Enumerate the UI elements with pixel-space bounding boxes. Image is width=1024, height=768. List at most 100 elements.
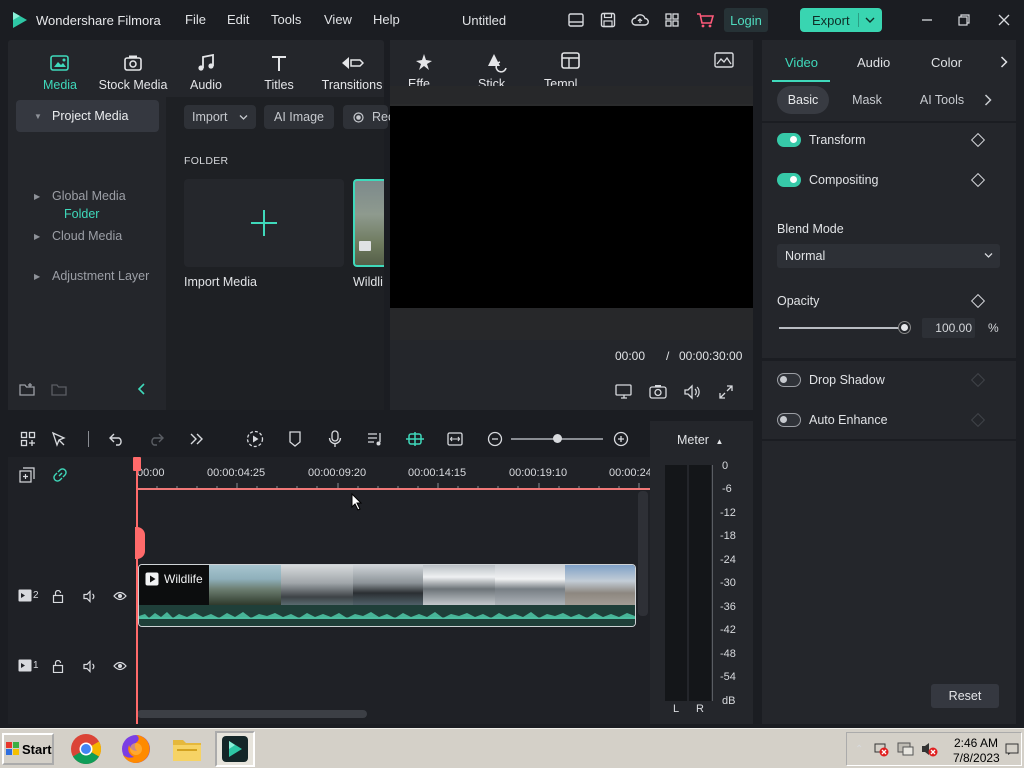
sidebar-item-adjustment-layer[interactable]: ▶ Adjustment Layer <box>16 260 159 292</box>
render-preview-icon[interactable] <box>245 429 265 449</box>
chevron-down-icon[interactable] <box>865 16 875 24</box>
chevron-right-icon[interactable] <box>1000 56 1008 68</box>
speaker-icon[interactable] <box>82 588 98 604</box>
redo-icon[interactable] <box>146 429 166 449</box>
timeline-horizontal-scrollbar[interactable] <box>137 710 367 718</box>
lock-icon[interactable] <box>50 588 66 604</box>
menu-view[interactable]: View <box>324 12 352 27</box>
sidebar-item-cloud-media[interactable]: ▶ Cloud Media <box>16 220 159 252</box>
display-status-icon[interactable] <box>897 741 915 757</box>
effects-icon[interactable] <box>414 52 436 72</box>
subtab-mask[interactable]: Mask <box>846 86 888 114</box>
new-folder-icon[interactable] <box>19 382 35 396</box>
templates-icon[interactable] <box>561 52 581 70</box>
player-preview[interactable] <box>390 104 753 308</box>
record-button[interactable]: Rec <box>343 105 394 129</box>
sidebar-item-global-media[interactable]: ▶ Global Media <box>16 180 159 212</box>
wildlife-media-thumbnail[interactable] <box>353 179 384 267</box>
firefox-icon[interactable] <box>116 731 156 767</box>
network-status-icon[interactable] <box>873 741 889 757</box>
stickers-icon[interactable] <box>486 52 510 74</box>
auto-enhance-toggle[interactable] <box>777 413 801 427</box>
menu-tools[interactable]: Tools <box>271 12 301 27</box>
menu-help[interactable]: Help <box>373 12 400 27</box>
audio-mixer-icon[interactable] <box>365 429 385 449</box>
chevron-up-icon[interactable]: ⌃ <box>855 744 863 755</box>
timeline-ruler[interactable]: 00:00 00:00:04:25 00:00:09:20 00:00:14:1… <box>137 457 650 491</box>
minimize-icon[interactable] <box>917 10 937 30</box>
wildlife-clip[interactable]: Wildlife <box>138 564 636 627</box>
chevron-right-icon[interactable] <box>984 94 992 106</box>
layout-grid-icon[interactable] <box>18 429 38 449</box>
login-button[interactable]: Login <box>724 8 768 32</box>
layout-icon[interactable] <box>565 10 587 30</box>
cart-icon[interactable] <box>694 10 716 30</box>
start-button[interactable]: Start <box>2 733 54 765</box>
microphone-icon[interactable] <box>325 429 345 449</box>
tab-audio-props[interactable]: Audio <box>857 55 890 70</box>
apps-grid-icon[interactable] <box>661 10 683 30</box>
more-tools-icon[interactable] <box>187 429 207 449</box>
tab-titles[interactable]: Titles <box>258 50 300 92</box>
volume-muted-icon[interactable] <box>921 741 939 757</box>
playhead-handle[interactable] <box>135 527 145 559</box>
restore-icon[interactable] <box>954 10 974 30</box>
lock-icon[interactable] <box>50 658 66 674</box>
reset-button[interactable]: Reset <box>931 684 999 708</box>
sidebar-item-project-media[interactable]: ▼ Project Media <box>16 100 159 132</box>
snapshot-camera-icon[interactable] <box>648 382 668 402</box>
marker-icon[interactable] <box>285 429 305 449</box>
drop-shadow-toggle[interactable] <box>777 373 801 387</box>
speaker-icon[interactable] <box>82 658 98 674</box>
playhead-line[interactable] <box>136 461 138 724</box>
ai-image-button[interactable]: AI Image <box>264 105 334 129</box>
display-settings-icon[interactable] <box>614 382 634 402</box>
compositing-toggle[interactable] <box>777 173 801 187</box>
tab-color[interactable]: Color <box>931 55 962 70</box>
collapse-panel-icon[interactable] <box>137 383 147 395</box>
link-icon[interactable] <box>52 467 68 483</box>
menu-file[interactable]: File <box>185 12 206 27</box>
zoom-out-icon[interactable] <box>485 429 505 449</box>
transform-toggle[interactable] <box>777 133 801 147</box>
close-icon[interactable] <box>994 10 1014 30</box>
subtab-ai-tools[interactable]: AI Tools <box>912 86 972 114</box>
opacity-slider-handle[interactable] <box>899 322 910 333</box>
import-dropdown[interactable]: Import <box>184 105 256 129</box>
notification-icon[interactable] <box>1005 743 1019 755</box>
opacity-value-input[interactable]: 100.00 <box>922 318 975 338</box>
save-icon[interactable] <box>597 10 619 30</box>
tab-transitions[interactable]: Transitions <box>320 50 384 92</box>
select-arrow-icon[interactable] <box>49 429 69 449</box>
eye-icon[interactable] <box>112 588 128 604</box>
eye-icon[interactable] <box>112 658 128 674</box>
export-button[interactable]: Export <box>800 8 882 32</box>
keyframe-diamond-icon[interactable] <box>970 172 986 188</box>
tab-stock-media[interactable]: Stock Media <box>98 50 168 92</box>
tab-video[interactable]: Video <box>785 55 818 70</box>
import-media-tile[interactable] <box>184 179 344 267</box>
playhead-marker[interactable] <box>133 457 141 471</box>
volume-icon[interactable] <box>682 382 702 402</box>
fit-timeline-icon[interactable] <box>445 429 465 449</box>
meter-dropdown[interactable]: Meter ▲ <box>677 433 723 447</box>
add-track-icon[interactable] <box>19 467 35 483</box>
keyframe-diamond-icon[interactable] <box>970 293 986 309</box>
zoom-slider-handle[interactable] <box>553 434 562 443</box>
folder-icon[interactable] <box>51 382 67 396</box>
tab-audio[interactable]: Audio <box>184 50 228 92</box>
zoom-in-icon[interactable] <box>611 429 631 449</box>
keyframe-diamond-icon[interactable] <box>970 132 986 148</box>
file-explorer-icon[interactable] <box>167 731 207 767</box>
timeline-vertical-scrollbar[interactable] <box>638 491 648 616</box>
quality-image-icon[interactable] <box>714 52 734 68</box>
chrome-icon[interactable] <box>66 731 106 767</box>
fullscreen-icon[interactable] <box>716 382 736 402</box>
subtab-basic[interactable]: Basic <box>777 86 829 114</box>
cloud-upload-icon[interactable] <box>629 10 651 30</box>
undo-icon[interactable] <box>107 429 127 449</box>
snap-magnet-icon[interactable] <box>405 429 425 449</box>
filmora-icon[interactable] <box>215 731 255 767</box>
blend-mode-select[interactable]: Normal <box>777 244 1000 268</box>
tab-media[interactable]: Media <box>38 50 82 92</box>
